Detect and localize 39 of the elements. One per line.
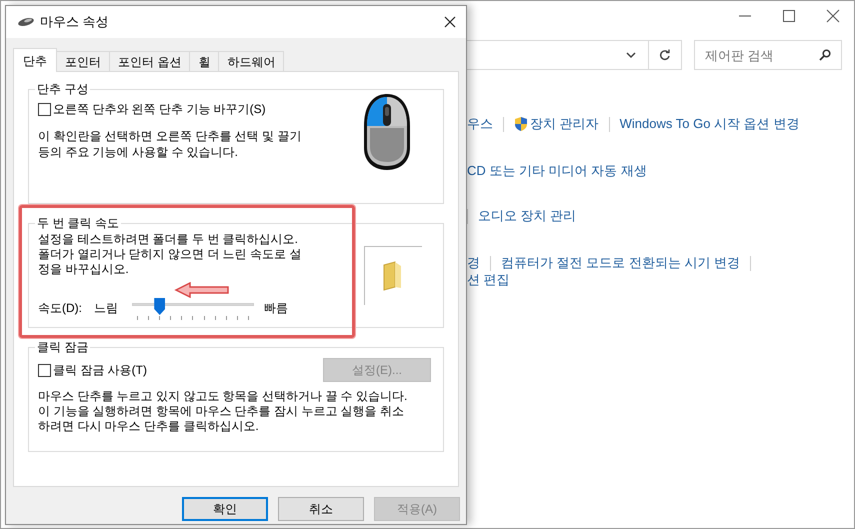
refresh-icon[interactable] [659, 49, 671, 61]
maximize-icon[interactable] [782, 9, 796, 23]
checkbox[interactable] [38, 102, 51, 116]
slow-label: 느림 [94, 300, 119, 317]
tab[interactable]: 포인터 옵션 [109, 51, 190, 71]
group-title: 단추 구성 [36, 81, 90, 98]
group-title: 클릭 잠금 [36, 339, 90, 356]
mouse-icon [17, 17, 35, 27]
shield-icon [514, 116, 528, 132]
slider-thumb[interactable] [154, 298, 166, 315]
dropdown-icon[interactable] [626, 51, 636, 59]
dialog-button[interactable]: 확인 [182, 497, 268, 521]
tab[interactable]: 포인터 [56, 51, 110, 71]
description-text: 이 확인란을 선택하면 오른쪽 단추를 선택 및 끌기 등의 주요 기능에 사용할 수 있습니다. [38, 128, 302, 160]
settings-link[interactable]: 션 편집 [467, 271, 510, 289]
checkbox-label[interactable]: 오른쪽 단추와 왼쪽 단추 기능 바꾸기(S) [53, 100, 266, 118]
settings-link[interactable]: 오디오 장치 관리 [478, 207, 576, 225]
close-icon[interactable] [444, 16, 456, 28]
settings-link[interactable]: 우스 [467, 115, 493, 133]
description-text: 마우스 단추를 누르고 있지 않고도 항목을 선택하거나 끌 수 있습니다. 이 기능을 실행하려면 항목에 마우스 단추를 잠시 누르고 실행을 취소 하려면 다시 마우스 단추를 클릭하십시오. [38, 389, 408, 434]
fast-label: 빠름 [264, 300, 288, 317]
settings-link[interactable]: 장치 관리자 [514, 115, 599, 133]
settings-link[interactable]: 컴퓨터가 절전 모드로 전환되는 시기 변경 [501, 254, 740, 272]
search-field[interactable]: 제어판 검색 [694, 40, 842, 70]
arrow-drawing [174, 282, 230, 298]
search-icon[interactable] [819, 49, 831, 61]
settings-link[interactable]: 경 [467, 254, 480, 272]
checkbox-label[interactable]: 클릭 잠금 사용(T) [53, 361, 147, 379]
window-title: 마우스 속성 [40, 13, 109, 32]
settings-link[interactable]: CD 또는 기타 미디어 자동 재생 [467, 162, 647, 180]
checkbox[interactable] [38, 364, 51, 376]
tab[interactable]: 단추 [13, 48, 57, 72]
settings-link[interactable]: Windows To Go 시작 옵션 변경 [620, 115, 800, 133]
close-icon[interactable] [826, 9, 840, 23]
dialog-button[interactable]: 취소 [278, 497, 364, 521]
tab[interactable]: 하드웨어 [218, 51, 284, 71]
group-title: 두 번 클릭 속도 [36, 215, 120, 232]
speed-label: 속도(D): [38, 300, 83, 317]
description-text: 설정을 테스트하려면 폴더를 두 번 클릭하십시오. 폴더가 열리거나 닫히지 않으면 더 느린 속도로 설 정을 바꾸십시오. [38, 232, 302, 277]
